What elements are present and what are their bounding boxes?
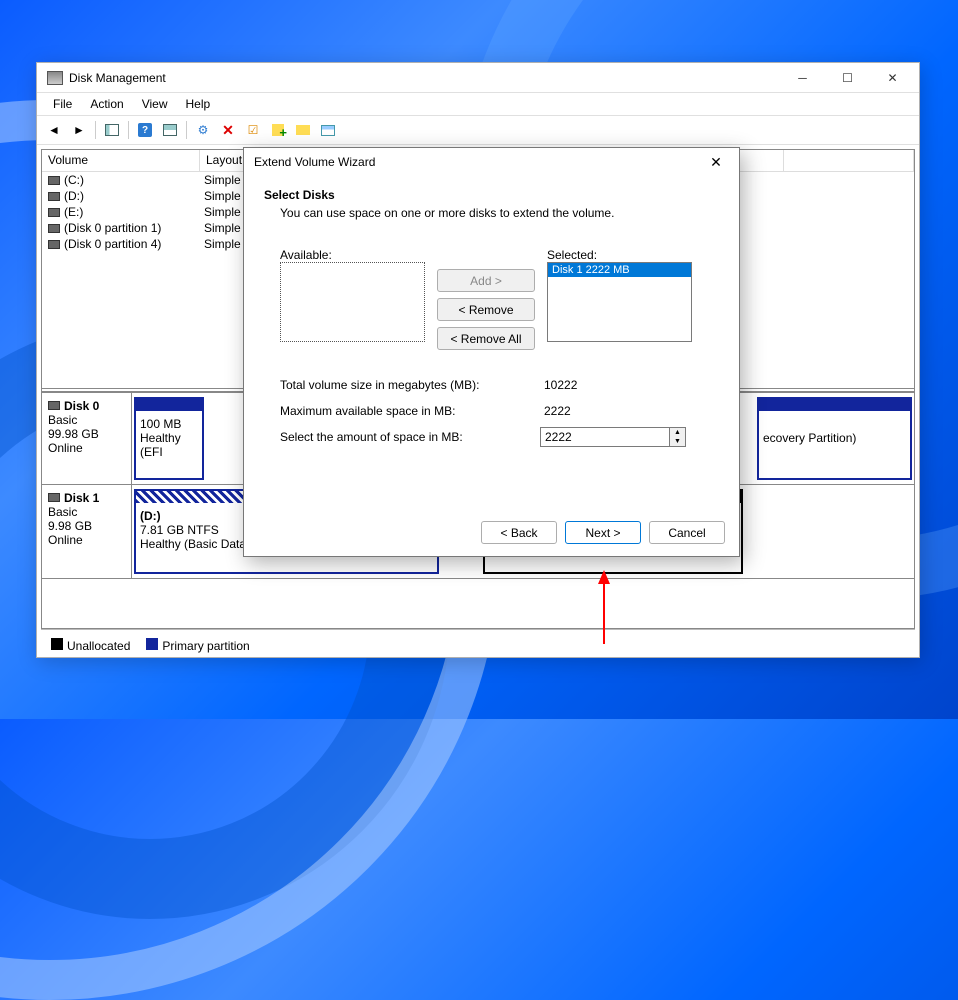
- properties-icon[interactable]: [317, 119, 339, 141]
- volume-icon: [48, 208, 60, 217]
- toolbar: ◄ ► ? ⚙ ✕ ☑ +: [37, 115, 919, 145]
- selected-label: Selected:: [547, 248, 692, 262]
- legend-swatch-unalloc: [51, 638, 63, 650]
- amount-input[interactable]: [540, 427, 670, 447]
- menu-action[interactable]: Action: [82, 95, 131, 113]
- max-space-label: Maximum available space in MB:: [280, 404, 540, 418]
- refresh-icon[interactable]: [159, 119, 181, 141]
- spin-down-icon[interactable]: ▼: [670, 437, 685, 446]
- volume-icon: [48, 240, 60, 249]
- back-icon[interactable]: ◄: [43, 119, 65, 141]
- annotation-arrow: [598, 570, 610, 644]
- next-button[interactable]: Next >: [565, 521, 641, 544]
- wizard-subtitle: You can use space on one or more disks t…: [280, 206, 719, 220]
- total-size-label: Total volume size in megabytes (MB):: [280, 378, 540, 392]
- minimize-button[interactable]: ─: [780, 64, 825, 92]
- close-icon[interactable]: ✕: [703, 149, 729, 175]
- wizard-heading: Select Disks: [264, 188, 335, 202]
- wizard-header: Select Disks You can use space on one or…: [244, 176, 739, 236]
- maximize-button[interactable]: ☐: [825, 64, 870, 92]
- partition[interactable]: 100 MB Healthy (EFI: [134, 397, 204, 480]
- disk0-info: Disk 0 Basic 99.98 GB Online: [42, 393, 132, 484]
- volume-icon: [48, 176, 60, 185]
- selected-listbox[interactable]: Disk 1 2222 MB: [547, 262, 692, 342]
- add-button[interactable]: Add >: [437, 269, 535, 292]
- disk1-info: Disk 1 Basic 9.98 GB Online: [42, 485, 132, 578]
- selected-item[interactable]: Disk 1 2222 MB: [548, 263, 691, 277]
- app-icon: [47, 71, 63, 85]
- legend-swatch-primary: [146, 638, 158, 650]
- cancel-button[interactable]: Cancel: [649, 521, 725, 544]
- amount-label: Select the amount of space in MB:: [280, 430, 540, 444]
- remove-all-button[interactable]: < Remove All: [437, 327, 535, 350]
- available-label: Available:: [280, 248, 425, 262]
- wizard-icon[interactable]: [292, 119, 314, 141]
- total-size-value: 10222: [540, 376, 690, 394]
- partition[interactable]: ecovery Partition): [757, 397, 912, 480]
- add-icon[interactable]: +: [267, 119, 289, 141]
- window-title: Disk Management: [69, 71, 780, 85]
- settings-icon[interactable]: ⚙: [192, 119, 214, 141]
- remove-button[interactable]: < Remove: [437, 298, 535, 321]
- menu-file[interactable]: File: [45, 95, 80, 113]
- col-end[interactable]: [784, 150, 914, 172]
- menu-view[interactable]: View: [134, 95, 176, 113]
- volume-icon: [48, 192, 60, 201]
- volume-icon: [48, 224, 60, 233]
- forward-icon[interactable]: ►: [68, 119, 90, 141]
- back-button[interactable]: < Back: [481, 521, 557, 544]
- amount-spinner[interactable]: ▲▼: [670, 427, 686, 447]
- extend-volume-wizard: Extend Volume Wizard ✕ Select Disks You …: [243, 147, 740, 557]
- disk-icon: [48, 493, 60, 502]
- check-icon[interactable]: ☑: [242, 119, 264, 141]
- menu-help[interactable]: Help: [178, 95, 219, 113]
- titlebar: Disk Management ─ ☐ ✕: [37, 63, 919, 93]
- col-volume[interactable]: Volume: [42, 150, 200, 172]
- max-space-value: 2222: [540, 402, 690, 420]
- help-icon[interactable]: ?: [134, 119, 156, 141]
- spin-up-icon[interactable]: ▲: [670, 428, 685, 437]
- menubar: File Action View Help: [37, 93, 919, 115]
- show-hide-icon[interactable]: [101, 119, 123, 141]
- delete-icon[interactable]: ✕: [217, 119, 239, 141]
- disk-icon: [48, 401, 60, 410]
- wizard-titlebar: Extend Volume Wizard ✕: [244, 148, 739, 176]
- legend: Unallocated Primary partition: [41, 629, 915, 661]
- available-listbox[interactable]: [280, 262, 425, 342]
- close-button[interactable]: ✕: [870, 64, 915, 92]
- wizard-title: Extend Volume Wizard: [254, 155, 703, 169]
